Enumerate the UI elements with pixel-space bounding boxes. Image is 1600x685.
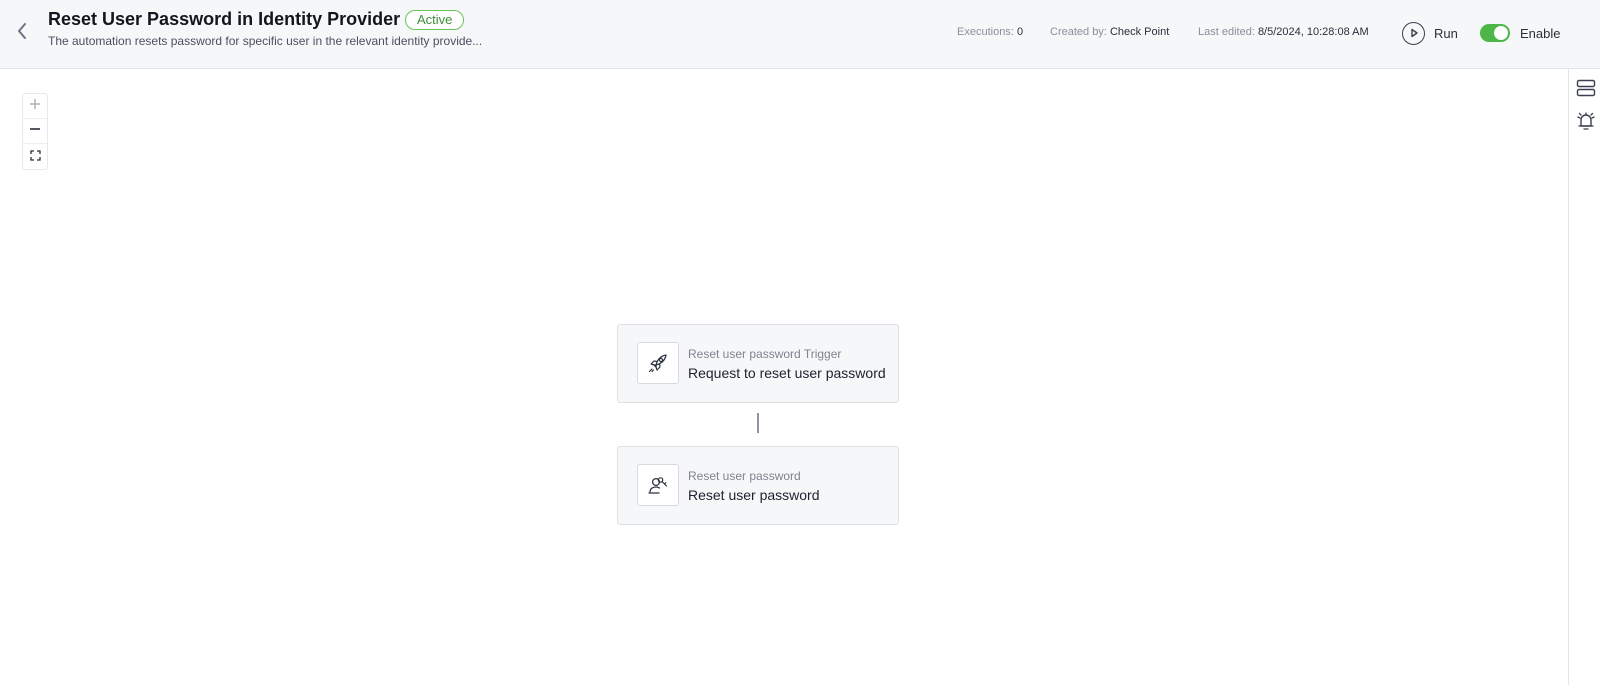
- back-button[interactable]: [12, 22, 32, 44]
- plus-icon: [29, 97, 41, 115]
- enable-toggle[interactable]: [1480, 24, 1510, 42]
- user-key-icon: [637, 464, 679, 506]
- action-node[interactable]: Reset user password Reset user password: [617, 446, 899, 525]
- page-title: Reset User Password in Identity Provider: [48, 9, 401, 29]
- run-label: Run: [1434, 25, 1458, 41]
- panels-button[interactable]: [1575, 79, 1597, 101]
- fit-view-button[interactable]: [23, 144, 47, 169]
- created-by-value: Check Point: [1109, 26, 1170, 38]
- node-label: Reset user password: [688, 469, 801, 483]
- automation-header: Reset User Password in Identity Provider…: [0, 0, 1600, 69]
- panels-icon: [1576, 79, 1596, 102]
- executions-label: Executions:: [957, 26, 1014, 38]
- created-by-meta: Created by: Check Point: [1050, 26, 1169, 38]
- rocket-icon: [637, 342, 679, 384]
- node-name: Request to reset user password: [688, 365, 886, 381]
- alarm-icon: [1576, 110, 1596, 137]
- fit-screen-icon: [29, 148, 41, 166]
- executions-value: 0: [1016, 26, 1024, 38]
- zoom-controls: [22, 93, 48, 170]
- created-by-label: Created by:: [1050, 26, 1107, 38]
- toggle-knob: [1494, 26, 1508, 40]
- automation-description: The automation resets password for speci…: [48, 34, 483, 48]
- node-connector: [757, 413, 759, 433]
- right-toolbar: [1568, 69, 1600, 685]
- trigger-node[interactable]: Reset user password Trigger Request to r…: [617, 324, 899, 403]
- node-label: Reset user password Trigger: [688, 347, 842, 361]
- minus-icon: [29, 122, 41, 140]
- chevron-left-icon: [16, 22, 28, 45]
- last-edited-meta: Last edited: 8/5/2024, 10:28:08 AM: [1198, 26, 1369, 38]
- zoom-out-button[interactable]: [23, 119, 47, 144]
- play-circle-icon: [1402, 21, 1425, 45]
- last-edited-value: 8/5/2024, 10:28:08 AM: [1257, 26, 1369, 38]
- alarm-button[interactable]: [1575, 110, 1597, 137]
- status-badge: Active: [405, 10, 465, 30]
- run-button[interactable]: Run: [1402, 21, 1458, 45]
- last-edited-label: Last edited:: [1198, 26, 1255, 38]
- node-name: Reset user password: [688, 487, 820, 503]
- enable-label: Enable: [1520, 26, 1561, 41]
- executions-meta: Executions: 0: [957, 26, 1023, 38]
- zoom-in-button[interactable]: [23, 94, 47, 119]
